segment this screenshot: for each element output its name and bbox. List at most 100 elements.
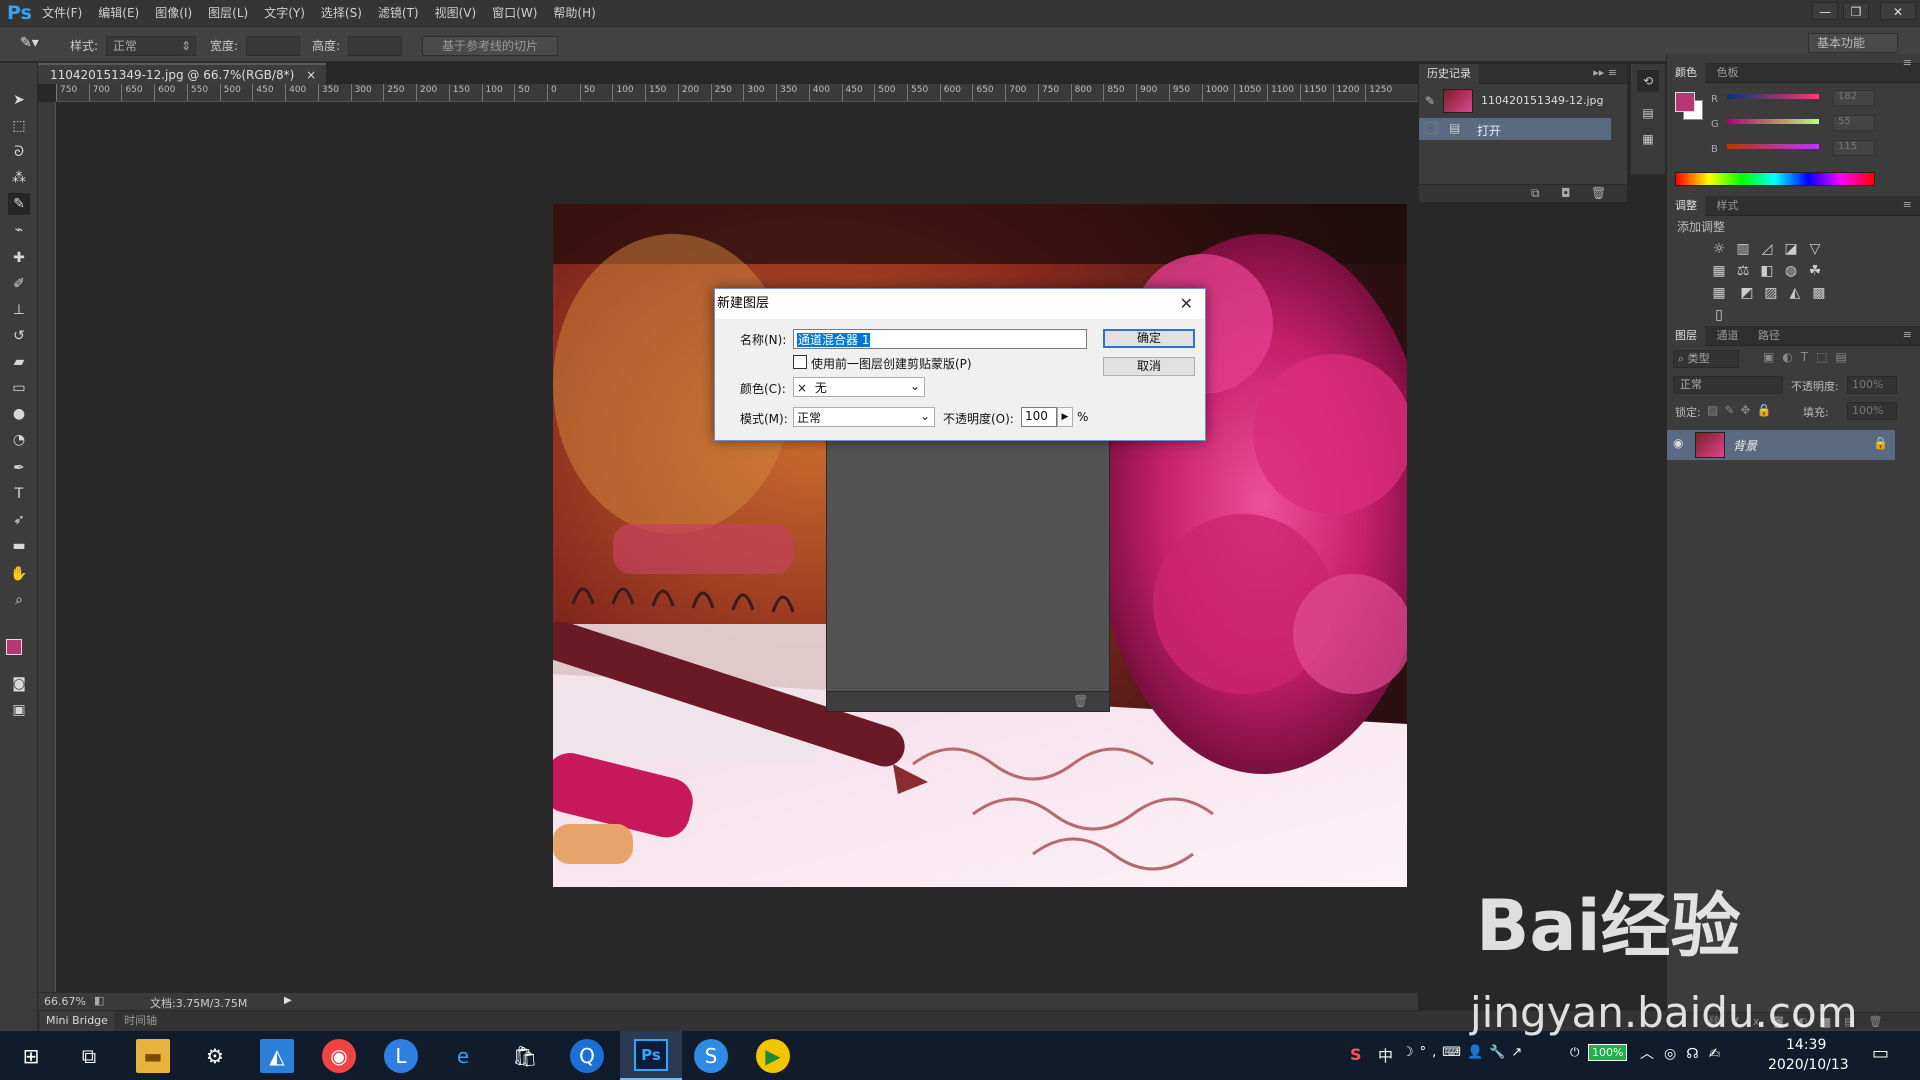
marquee-tool-icon[interactable]: ⬚ bbox=[8, 115, 30, 137]
panel-menu-icon[interactable]: ≡ bbox=[1903, 56, 1912, 69]
value-r[interactable]: 182 bbox=[1833, 90, 1875, 106]
slider-r-track[interactable] bbox=[1727, 94, 1819, 99]
panel-menu-icon[interactable]: ≡ bbox=[1903, 328, 1912, 341]
pen-tool-icon[interactable]: ✒ bbox=[8, 457, 30, 479]
fill-input[interactable]: 100% bbox=[1847, 402, 1897, 420]
posterize-icon[interactable]: ▨ bbox=[1759, 282, 1783, 304]
color-balance-icon[interactable]: ⚖ bbox=[1731, 260, 1755, 282]
notification-icon[interactable]: ▭ bbox=[1872, 1043, 1889, 1064]
vibrance-icon[interactable]: ▽ bbox=[1803, 238, 1827, 260]
qq-browser-icon[interactable]: Q bbox=[570, 1039, 604, 1073]
status-info-icon[interactable]: ◧ bbox=[94, 994, 104, 1007]
tab-channels[interactable]: 通道 bbox=[1709, 326, 1747, 346]
menu-select[interactable]: 选择(S) bbox=[313, 0, 370, 26]
slider-b-track[interactable] bbox=[1727, 144, 1819, 149]
photos-app-icon[interactable]: ◭ bbox=[260, 1039, 294, 1073]
internet-explorer-icon[interactable]: e bbox=[446, 1039, 480, 1073]
quick-select-tool-icon[interactable]: ⁂ bbox=[8, 167, 30, 189]
eye-icon[interactable]: ◉ bbox=[1673, 436, 1683, 450]
plug-icon[interactable]: ⏻ bbox=[1570, 1045, 1580, 1060]
workspace-select[interactable]: 基本功能 bbox=[1808, 33, 1898, 53]
opacity-slider-arrow-icon[interactable]: ▶ bbox=[1057, 407, 1073, 427]
tab-styles[interactable]: 样式 bbox=[1709, 196, 1747, 216]
ime-mode[interactable]: 中 bbox=[1378, 1045, 1393, 1066]
slider-r[interactable]: R 182 bbox=[1711, 90, 1911, 115]
brightness-icon[interactable]: ☼ bbox=[1707, 238, 1731, 260]
menu-view[interactable]: 视图(V) bbox=[427, 0, 485, 26]
tab-mini-bridge[interactable]: Mini Bridge bbox=[40, 1011, 114, 1031]
layer-name[interactable]: 背景 bbox=[1733, 437, 1757, 454]
history-brush-icon[interactable]: ↺ bbox=[8, 325, 30, 347]
camera-icon[interactable]: ◘ bbox=[1561, 186, 1571, 200]
color-select[interactable]: × 无 ⌄ bbox=[793, 377, 925, 397]
dialog-close-icon[interactable]: ✕ bbox=[1180, 289, 1193, 319]
menu-help[interactable]: 帮助(H) bbox=[545, 0, 603, 26]
trash-icon[interactable]: 🗑 bbox=[1591, 186, 1606, 200]
menu-edit[interactable]: 编辑(E) bbox=[90, 0, 147, 26]
menu-window[interactable]: 窗口(W) bbox=[484, 0, 545, 26]
status-menu-arrow-icon[interactable]: ▶ bbox=[284, 995, 292, 1006]
tab-color[interactable]: 颜色 bbox=[1667, 63, 1705, 83]
trash-icon[interactable]: 🗑 bbox=[1073, 694, 1088, 708]
eraser-tool-icon[interactable]: ▰ bbox=[8, 351, 30, 373]
l-app-icon[interactable]: L bbox=[384, 1039, 418, 1073]
tab-paths[interactable]: 路径 bbox=[1750, 326, 1788, 346]
hand-tool-icon[interactable]: ✋ bbox=[8, 563, 30, 585]
tab-layers[interactable]: 图层 bbox=[1667, 326, 1705, 346]
layer-filter-select[interactable]: ⌕ 类型 bbox=[1673, 350, 1739, 368]
settings-icon[interactable]: ⚙ bbox=[198, 1039, 232, 1073]
sync-app-icon[interactable]: S bbox=[694, 1039, 728, 1073]
selective-color-icon[interactable]: ▯ bbox=[1707, 304, 1731, 326]
menu-file[interactable]: 文件(F) bbox=[34, 0, 90, 26]
brush-tool-icon[interactable]: ✐ bbox=[8, 273, 30, 295]
eyedropper-tool-icon[interactable]: ⌁ bbox=[8, 219, 30, 241]
threshold-icon[interactable]: ◭ bbox=[1783, 282, 1807, 304]
player-app-icon[interactable]: ▶ bbox=[756, 1039, 790, 1073]
curves-icon[interactable]: ◿ bbox=[1755, 238, 1779, 260]
clock-time[interactable]: 14:39 bbox=[1786, 1037, 1826, 1053]
menu-filter[interactable]: 滤镜(T) bbox=[370, 0, 427, 26]
sogou-ime-icon[interactable]: S bbox=[1350, 1045, 1362, 1064]
battery-indicator[interactable]: 100% bbox=[1588, 1044, 1628, 1061]
layer-filter-icons[interactable]: ▣◐T⬚▤ bbox=[1763, 350, 1855, 364]
close-window-button[interactable]: ✕ bbox=[1880, 2, 1916, 20]
type-tool-icon[interactable]: T bbox=[8, 483, 30, 505]
dodge-tool-icon[interactable]: ◔ bbox=[8, 429, 30, 451]
cancel-button[interactable]: 取消 bbox=[1103, 357, 1195, 376]
tray-icons[interactable]: ︿◎☊✍ bbox=[1640, 1043, 1730, 1063]
layer-row-background[interactable]: ◉ 背景 🔒 bbox=[1667, 430, 1895, 460]
value-b[interactable]: 115 bbox=[1833, 140, 1875, 156]
healing-brush-icon[interactable]: ✚ bbox=[8, 247, 30, 269]
menu-type[interactable]: 文字(Y) bbox=[256, 0, 313, 26]
foreground-color-chip[interactable] bbox=[1675, 92, 1695, 112]
levels-icon[interactable]: ▥ bbox=[1731, 238, 1755, 260]
chrome-icon[interactable]: ◉ bbox=[322, 1039, 356, 1073]
style-select[interactable]: 正常 ⇕ bbox=[106, 36, 196, 56]
mode-select[interactable]: 正常 ⌄ bbox=[793, 407, 935, 427]
tab-history[interactable]: 历史记录 bbox=[1419, 64, 1479, 84]
history-step[interactable]: ▤ 打开 bbox=[1419, 118, 1611, 140]
ime-tool-icons[interactable]: ☽°,⌨👤🔧↗ bbox=[1402, 1045, 1528, 1060]
zoom-tool-icon[interactable]: ⌕ bbox=[8, 589, 30, 611]
channel-mixer-icon[interactable]: ☘ bbox=[1803, 260, 1827, 282]
clock-date[interactable]: 2020/10/13 bbox=[1768, 1057, 1849, 1073]
properties-panel-icon[interactable]: ▤ bbox=[1637, 102, 1659, 124]
black-white-icon[interactable]: ◧ bbox=[1755, 260, 1779, 282]
menu-image[interactable]: 图像(I) bbox=[147, 0, 200, 26]
tab-adjustments[interactable]: 调整 bbox=[1667, 196, 1705, 216]
notes-panel-icon[interactable]: ▦ bbox=[1637, 128, 1659, 150]
foreground-color-swatch[interactable] bbox=[6, 639, 22, 655]
minimize-button[interactable]: — bbox=[1812, 2, 1838, 20]
panel-menu-icon[interactable]: ≡ bbox=[1903, 198, 1912, 211]
restore-button[interactable]: ❐ bbox=[1843, 2, 1869, 20]
history-panel-icon[interactable]: ⟲ bbox=[1637, 70, 1659, 92]
gradient-map-icon[interactable]: ▩ bbox=[1807, 282, 1831, 304]
new-document-icon[interactable]: ⧉ bbox=[1531, 186, 1540, 201]
slice-tool-icon[interactable]: ✎ bbox=[8, 193, 30, 215]
document-tab[interactable]: 110420151349-12.jpg @ 66.7%(RGB/8*) × bbox=[38, 63, 327, 84]
name-input[interactable]: 通道混合器 1 bbox=[793, 329, 1087, 349]
exposure-icon[interactable]: ◪ bbox=[1779, 238, 1803, 260]
stamp-tool-icon[interactable]: ⊥ bbox=[8, 299, 30, 321]
store-icon[interactable]: 🛍 bbox=[508, 1039, 542, 1073]
color-lookup-icon[interactable]: ▦ bbox=[1707, 282, 1731, 304]
